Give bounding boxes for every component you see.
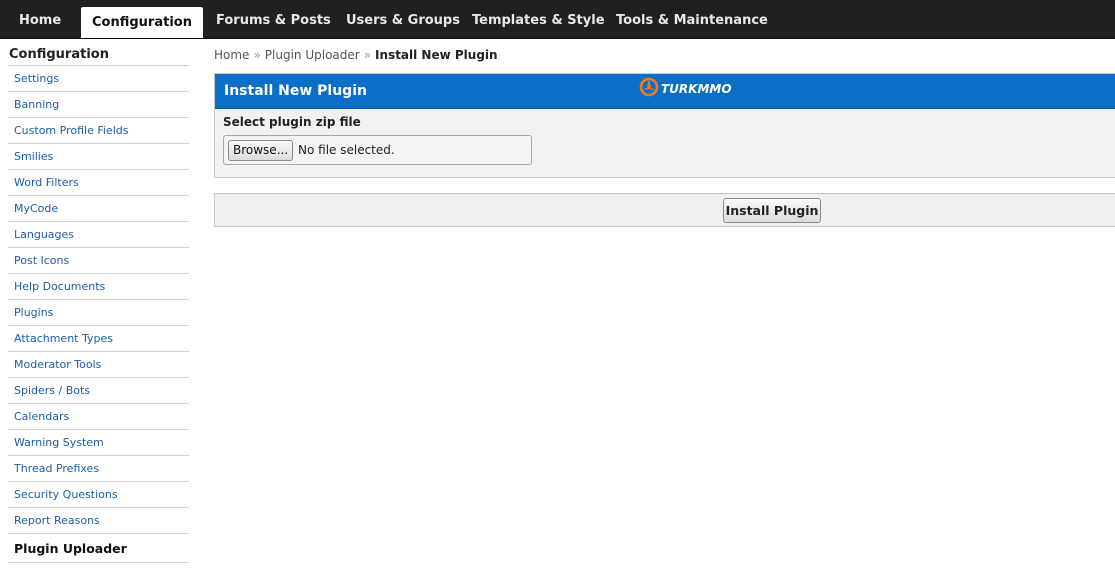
logo-text: TURKMMO: [661, 82, 732, 96]
sidebar-item-help-documents[interactable]: Help Documents: [8, 274, 189, 300]
tab-users-groups[interactable]: Users & Groups: [346, 0, 460, 38]
install-plugin-panel: Install New Plugin TURKMMO Select plugin…: [214, 73, 1115, 178]
sidebar-item-calendars[interactable]: Calendars: [8, 404, 189, 430]
sidebar-item-report-reasons[interactable]: Report Reasons: [8, 508, 189, 534]
tab-home[interactable]: Home: [19, 0, 61, 38]
sidebar-item-thread-prefixes[interactable]: Thread Prefixes: [8, 456, 189, 482]
tab-templates-style[interactable]: Templates & Style: [472, 0, 605, 38]
form-submit-bar: Install Plugin: [214, 193, 1115, 227]
sidebar-item-attachment-types[interactable]: Attachment Types: [8, 326, 189, 352]
sidebar-item-smilies[interactable]: Smilies: [8, 144, 189, 170]
panel-header: Install New Plugin TURKMMO: [215, 74, 1115, 109]
sidebar-item-spiders-bots[interactable]: Spiders / Bots: [8, 378, 189, 404]
sidebar-item-word-filters[interactable]: Word Filters: [8, 170, 189, 196]
breadcrumb-current: Install New Plugin: [375, 48, 498, 62]
sidebar-item-warning-system[interactable]: Warning System: [8, 430, 189, 456]
tab-forums-posts[interactable]: Forums & Posts: [216, 0, 331, 38]
sidebar-item-post-icons[interactable]: Post Icons: [8, 248, 189, 274]
sidebar-title: Configuration: [8, 45, 189, 66]
panel-title: Install New Plugin: [224, 83, 367, 99]
sidebar-item-mycode[interactable]: MyCode: [8, 196, 189, 222]
tab-tools-maintenance[interactable]: Tools & Maintenance: [616, 0, 768, 38]
sidebar-item-plugins[interactable]: Plugins: [8, 300, 189, 326]
turkmmo-logo-icon: [639, 77, 659, 101]
top-navigation: Home Configuration Forums & Posts Users …: [0, 0, 1115, 39]
turkmmo-logo: TURKMMO: [639, 77, 732, 101]
field-label: Select plugin zip file: [223, 115, 361, 129]
breadcrumb-home[interactable]: Home: [214, 48, 249, 62]
sidebar-item-plugin-uploader[interactable]: Plugin Uploader: [8, 534, 189, 563]
tab-configuration[interactable]: Configuration: [81, 7, 203, 38]
breadcrumb: Home» Plugin Uploader» Install New Plugin: [214, 46, 498, 64]
breadcrumb-separator: »: [253, 48, 261, 62]
sidebar-menu: Settings Banning Custom Profile Fields S…: [8, 66, 189, 563]
browse-button[interactable]: Browse...: [228, 140, 294, 161]
breadcrumb-plugin-uploader[interactable]: Plugin Uploader: [265, 48, 360, 62]
sidebar-item-custom-profile-fields[interactable]: Custom Profile Fields: [8, 118, 189, 144]
sidebar: Configuration Settings Banning Custom Pr…: [8, 45, 189, 563]
plugin-file-input[interactable]: Browse... No file selected.: [223, 135, 532, 165]
file-status: No file selected.: [298, 143, 395, 157]
sidebar-item-settings[interactable]: Settings: [8, 66, 189, 92]
install-plugin-button[interactable]: Install Plugin: [723, 198, 821, 223]
sidebar-item-moderator-tools[interactable]: Moderator Tools: [8, 352, 189, 378]
sidebar-item-banning[interactable]: Banning: [8, 92, 189, 118]
sidebar-item-security-questions[interactable]: Security Questions: [8, 482, 189, 508]
sidebar-item-languages[interactable]: Languages: [8, 222, 189, 248]
breadcrumb-separator: »: [363, 48, 372, 62]
